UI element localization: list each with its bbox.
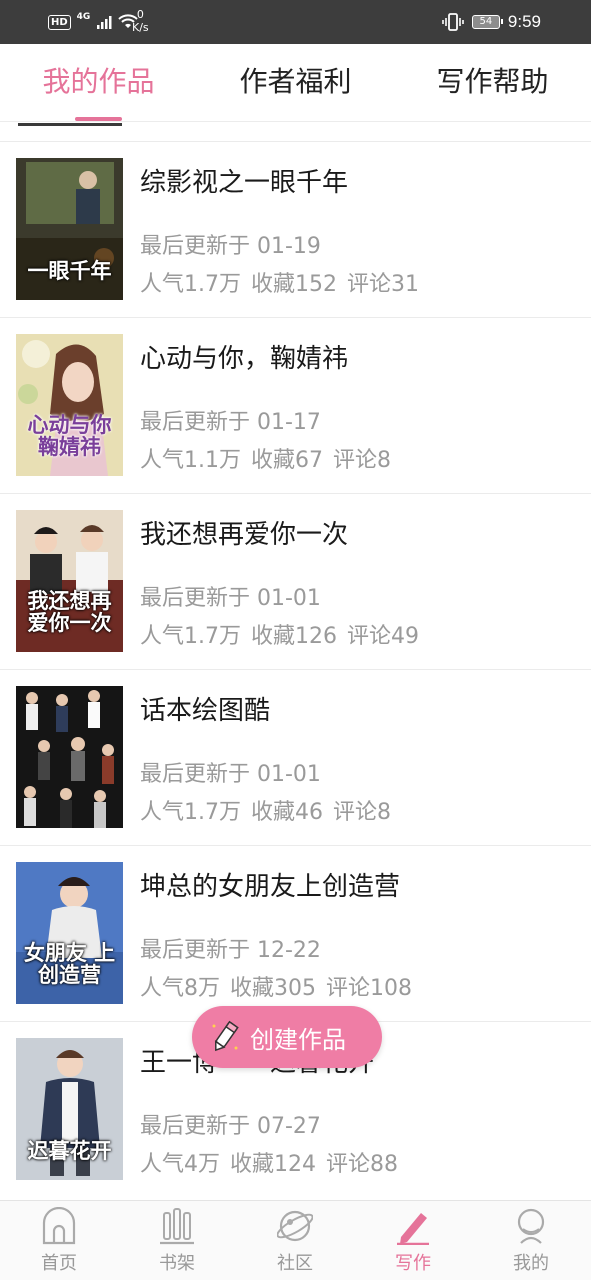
write-icon bbox=[395, 1207, 431, 1245]
work-updated: 最后更新于 01-01 bbox=[140, 586, 321, 611]
nav-community[interactable]: 社区 bbox=[236, 1201, 354, 1280]
comments-count: 评论108 bbox=[326, 976, 412, 1001]
speed-unit: K/s bbox=[132, 21, 149, 34]
work-title[interactable]: 综影视之一眼千年 bbox=[140, 162, 348, 199]
cover-image bbox=[16, 686, 123, 828]
work-cover[interactable]: 迟暮花开 bbox=[16, 1038, 123, 1180]
popularity-count: 人气8万 bbox=[140, 976, 220, 1001]
nav-profile-label: 我的 bbox=[513, 1253, 549, 1274]
popularity-count: 人气1.7万 bbox=[140, 624, 241, 649]
create-work-label: 创建作品 bbox=[250, 1025, 346, 1054]
cover-title: 一眼千年 bbox=[27, 258, 112, 283]
favorites-count: 收藏152 bbox=[251, 272, 337, 297]
work-stats: 人气1.7万 收藏152 评论31 bbox=[140, 266, 429, 298]
battery-icon: 54 bbox=[471, 15, 503, 29]
cover-title: 迟暮花开 bbox=[27, 1138, 112, 1163]
comments-count: 评论49 bbox=[347, 624, 419, 649]
comments-count: 评论31 bbox=[347, 272, 419, 297]
favorites-count: 收藏46 bbox=[251, 800, 323, 825]
favorites-count: 收藏124 bbox=[230, 1152, 316, 1177]
work-title[interactable]: 心动与你，鞠婧祎 bbox=[140, 338, 348, 375]
work-cover[interactable]: 我还想再 爱你一次 bbox=[16, 510, 123, 652]
nav-write-label: 写作 bbox=[395, 1253, 431, 1274]
work-updated: 最后更新于 12-22 bbox=[140, 938, 321, 963]
work-stats: 人气1.7万 收藏126 评论49 bbox=[140, 618, 429, 650]
work-cover[interactable]: 女朋友 上创造营 bbox=[16, 862, 123, 1004]
status-left: HD 4G bbox=[48, 0, 139, 44]
tab-writing-help[interactable]: 写作帮助 bbox=[394, 44, 591, 122]
comments-count: 评论8 bbox=[333, 800, 391, 825]
cover-title: 女朋友 上创造营 bbox=[23, 940, 116, 987]
bottom-nav: 首页 书架 社区 写作 我的 bbox=[0, 1200, 591, 1280]
work-cover[interactable]: 一眼千年 bbox=[16, 158, 123, 300]
popularity-count: 人气1.7万 bbox=[140, 800, 241, 825]
work-updated: 最后更新于 01-19 bbox=[140, 234, 321, 259]
tab-author-benefits[interactable]: 作者福利 bbox=[197, 44, 394, 122]
status-bar: HD 4G 0 K/s 54 9:59 bbox=[0, 0, 591, 44]
home-icon bbox=[41, 1207, 77, 1245]
comments-count: 评论88 bbox=[326, 1152, 398, 1177]
favorites-count: 收藏126 bbox=[251, 624, 337, 649]
network-type: 4G bbox=[76, 12, 91, 22]
work-stats: 人气8万 收藏305 评论108 bbox=[140, 970, 422, 1002]
work-updated: 最后更新于 07-27 bbox=[140, 1114, 321, 1139]
nav-bookshelf-label: 书架 bbox=[159, 1253, 195, 1274]
nav-profile[interactable]: 我的 bbox=[472, 1201, 590, 1280]
nav-bookshelf[interactable]: 书架 bbox=[118, 1201, 236, 1280]
work-item[interactable]: 女朋友 上创造营 坤总的女朋友上创造营 最后更新于 12-22 人气8万 收藏30… bbox=[0, 845, 591, 1021]
top-tabs: 我的作品 作者福利 写作帮助 bbox=[0, 44, 591, 122]
pencil-icon bbox=[210, 1020, 240, 1054]
work-updated: 最后更新于 01-17 bbox=[140, 410, 321, 435]
active-tab-indicator bbox=[75, 117, 122, 121]
work-item[interactable]: 话本绘图酷 最后更新于 01-01 人气1.7万 收藏46 评论8 bbox=[0, 669, 591, 845]
nav-write[interactable]: 写作 bbox=[354, 1201, 472, 1280]
nav-home-label: 首页 bbox=[41, 1253, 77, 1274]
speed-value: 0 bbox=[136, 8, 144, 21]
work-title[interactable]: 坤总的女朋友上创造营 bbox=[140, 866, 400, 903]
vibrate-icon bbox=[442, 13, 464, 31]
clock: 9:59 bbox=[507, 12, 541, 31]
nav-community-label: 社区 bbox=[277, 1253, 313, 1274]
popularity-count: 人气1.7万 bbox=[140, 272, 241, 297]
tab-my-works[interactable]: 我的作品 bbox=[0, 44, 197, 122]
cover-title: 我还想再 爱你一次 bbox=[27, 588, 112, 635]
work-cover[interactable] bbox=[16, 686, 123, 828]
profile-icon bbox=[513, 1207, 549, 1245]
work-stats: 人气4万 收藏124 评论88 bbox=[140, 1146, 408, 1178]
work-item[interactable]: 心动与你 鞠婧祎 心动与你，鞠婧祎 最后更新于 01-17 人气1.1万 收藏67… bbox=[0, 317, 591, 493]
favorites-count: 收藏67 bbox=[251, 448, 323, 473]
network-speed: 0 K/s bbox=[132, 8, 149, 34]
work-updated: 最后更新于 01-01 bbox=[140, 762, 321, 787]
work-item[interactable]: 一眼千年 综影视之一眼千年 最后更新于 01-19 人气1.7万 收藏152 评论3… bbox=[0, 141, 591, 317]
popularity-count: 人气4万 bbox=[140, 1152, 220, 1177]
bookshelf-icon bbox=[159, 1207, 195, 1245]
comments-count: 评论8 bbox=[333, 448, 391, 473]
signal-icon bbox=[97, 16, 112, 29]
hd-badge: HD bbox=[48, 14, 71, 30]
work-cover[interactable]: 心动与你 鞠婧祎 bbox=[16, 334, 123, 476]
popularity-count: 人气1.1万 bbox=[140, 448, 241, 473]
work-title[interactable]: 话本绘图酷 bbox=[140, 690, 270, 727]
nav-home[interactable]: 首页 bbox=[0, 1201, 118, 1280]
create-work-button[interactable]: 创建作品 bbox=[192, 1006, 382, 1068]
favorites-count: 收藏305 bbox=[230, 976, 316, 1001]
work-stats: 人气1.1万 收藏67 评论8 bbox=[140, 442, 401, 474]
work-stats: 人气1.7万 收藏46 评论8 bbox=[140, 794, 401, 826]
status-right: 54 9:59 bbox=[442, 0, 541, 44]
previous-item-peek bbox=[18, 123, 122, 126]
community-icon bbox=[277, 1207, 313, 1245]
work-title[interactable]: 我还想再爱你一次 bbox=[140, 514, 348, 551]
work-item[interactable]: 我还想再 爱你一次 我还想再爱你一次 最后更新于 01-01 人气1.7万 收藏1… bbox=[0, 493, 591, 669]
cover-title: 心动与你 鞠婧祎 bbox=[27, 412, 112, 459]
